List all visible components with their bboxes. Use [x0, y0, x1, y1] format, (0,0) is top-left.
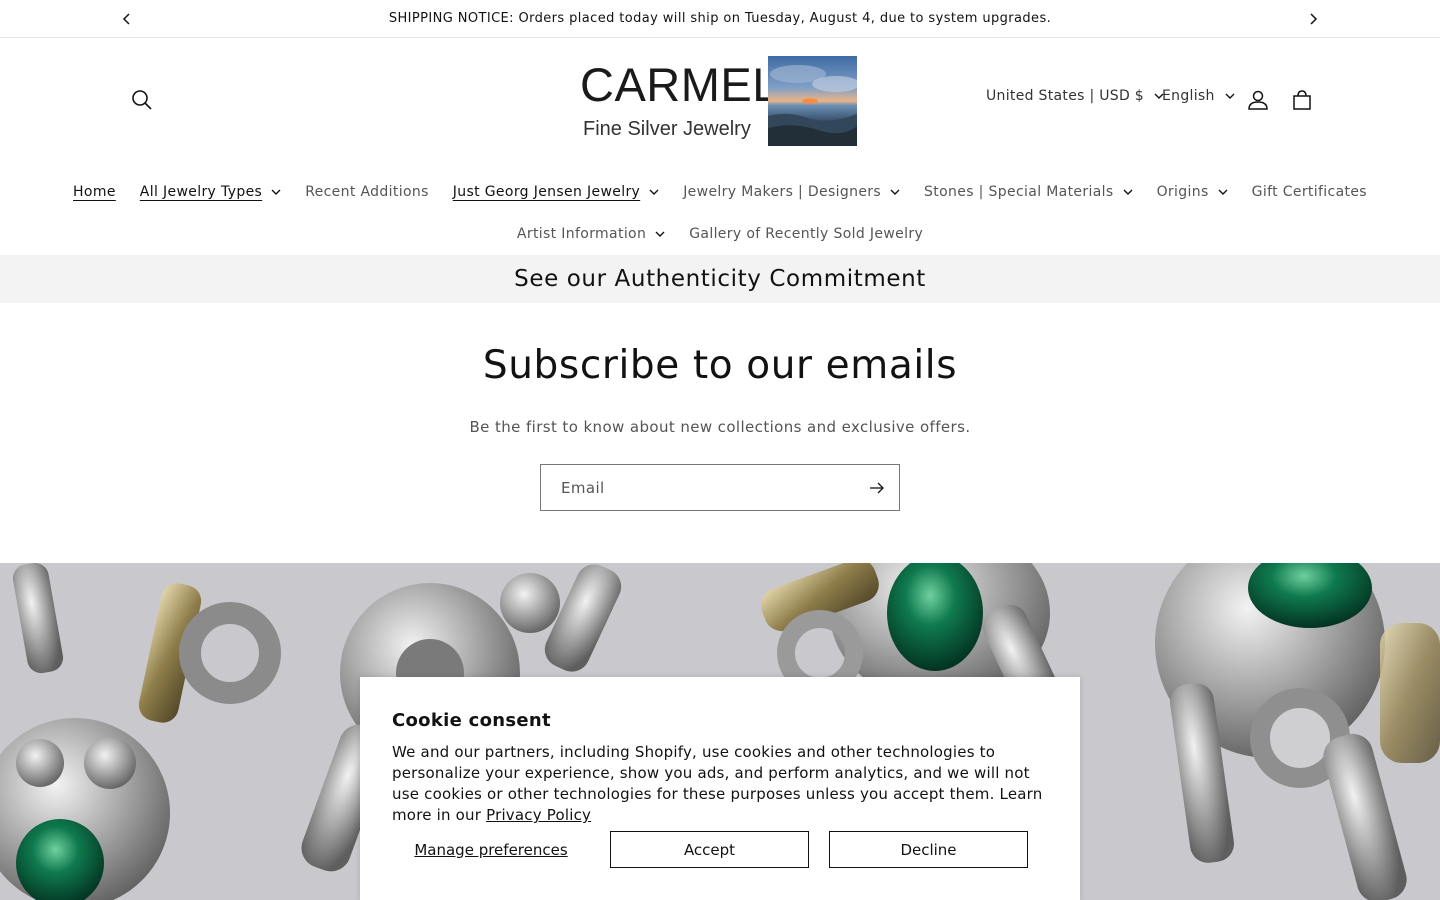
chevron-right-icon[interactable] [1303, 9, 1323, 29]
chevron-down-icon [271, 189, 281, 195]
decline-button[interactable]: Decline [829, 831, 1028, 868]
nav-item-recent-additions[interactable]: Recent Additions [293, 180, 441, 204]
announcement-text: SHIPPING NOTICE: Orders placed today wil… [388, 11, 1052, 26]
chevron-down-icon [1123, 189, 1133, 195]
cart-icon[interactable] [1287, 85, 1317, 115]
language-selector[interactable]: English [1162, 88, 1235, 104]
announcement-bar: SHIPPING NOTICE: Orders placed today wil… [0, 0, 1440, 38]
language-selector-label: English [1162, 88, 1215, 104]
chevron-down-icon [1225, 93, 1235, 99]
nav-item-label: Jewelry Makers | Designers [683, 184, 882, 200]
nav-item-label: Recent Additions [305, 184, 429, 200]
nav-item-label: Stones | Special Materials [924, 184, 1114, 200]
nav-item-georg-jensen[interactable]: Just Georg Jensen Jewelry [441, 180, 671, 204]
nav-item-label: Home [73, 184, 116, 200]
nav-item-label: Artist Information [516, 226, 647, 242]
authenticity-banner[interactable]: See our Authenticity Commitment [0, 255, 1440, 303]
cookie-consent-dialog: Cookie consent We and our partners, incl… [360, 677, 1080, 900]
email-field[interactable] [541, 465, 855, 510]
logo-seascape-image [768, 56, 857, 146]
chevron-down-icon [649, 189, 659, 195]
nav-item-label: Gallery of Recently Sold Jewelry [689, 226, 924, 242]
nav-item-origins[interactable]: Origins [1145, 180, 1240, 204]
site-header: CARMEL Fine Silver Jewelry United States… [0, 39, 1440, 255]
country-selector[interactable]: United States | USD $ [986, 88, 1164, 104]
manage-preferences-button[interactable]: Manage preferences [392, 831, 590, 868]
nav-item-label: Origins [1156, 184, 1209, 200]
cookie-body: We and our partners, including Shopify, … [392, 742, 1052, 826]
arrow-right-icon[interactable] [855, 466, 899, 510]
store-logo[interactable]: CARMEL Fine Silver Jewelry [578, 55, 860, 147]
country-selector-label: United States | USD $ [986, 88, 1144, 104]
chevron-left-icon[interactable] [117, 9, 137, 29]
chevron-down-icon [655, 231, 665, 237]
privacy-policy-link[interactable]: Privacy Policy [486, 806, 591, 824]
logo-subtitle: Fine Silver Jewelry [583, 118, 751, 140]
cookie-title: Cookie consent [392, 710, 551, 731]
nav-item-artist-information[interactable]: Artist Information [505, 222, 677, 246]
nav-item-jewelry-makers[interactable]: Jewelry Makers | Designers [671, 180, 912, 204]
chevron-down-icon [1218, 189, 1228, 195]
nav-item-label: All Jewelry Types [139, 184, 263, 200]
main-nav-row-2: Artist Information Gallery of Recently S… [0, 222, 1440, 246]
newsletter-subtitle: Be the first to know about new collectio… [469, 418, 971, 436]
nav-item-stones[interactable]: Stones | Special Materials [912, 180, 1145, 204]
account-icon[interactable] [1243, 85, 1273, 115]
main-nav: Home All Jewelry Types Recent Additions … [0, 180, 1440, 204]
nav-item-gallery-sold[interactable]: Gallery of Recently Sold Jewelry [677, 222, 935, 246]
logo-title: CARMEL [580, 58, 779, 111]
chevron-down-icon [890, 189, 900, 195]
nav-item-label: Gift Certificates [1251, 184, 1367, 200]
authenticity-banner-text: See our Authenticity Commitment [514, 266, 926, 292]
nav-item-gift-certificates[interactable]: Gift Certificates [1240, 180, 1379, 204]
newsletter-title: Subscribe to our emails [482, 343, 958, 388]
nav-item-all-jewelry-types[interactable]: All Jewelry Types [128, 180, 293, 204]
newsletter-form [540, 464, 900, 511]
nav-item-label: Just Georg Jensen Jewelry [452, 184, 641, 200]
nav-item-home[interactable]: Home [61, 180, 128, 204]
accept-button[interactable]: Accept [610, 831, 809, 868]
search-icon[interactable] [128, 86, 156, 114]
